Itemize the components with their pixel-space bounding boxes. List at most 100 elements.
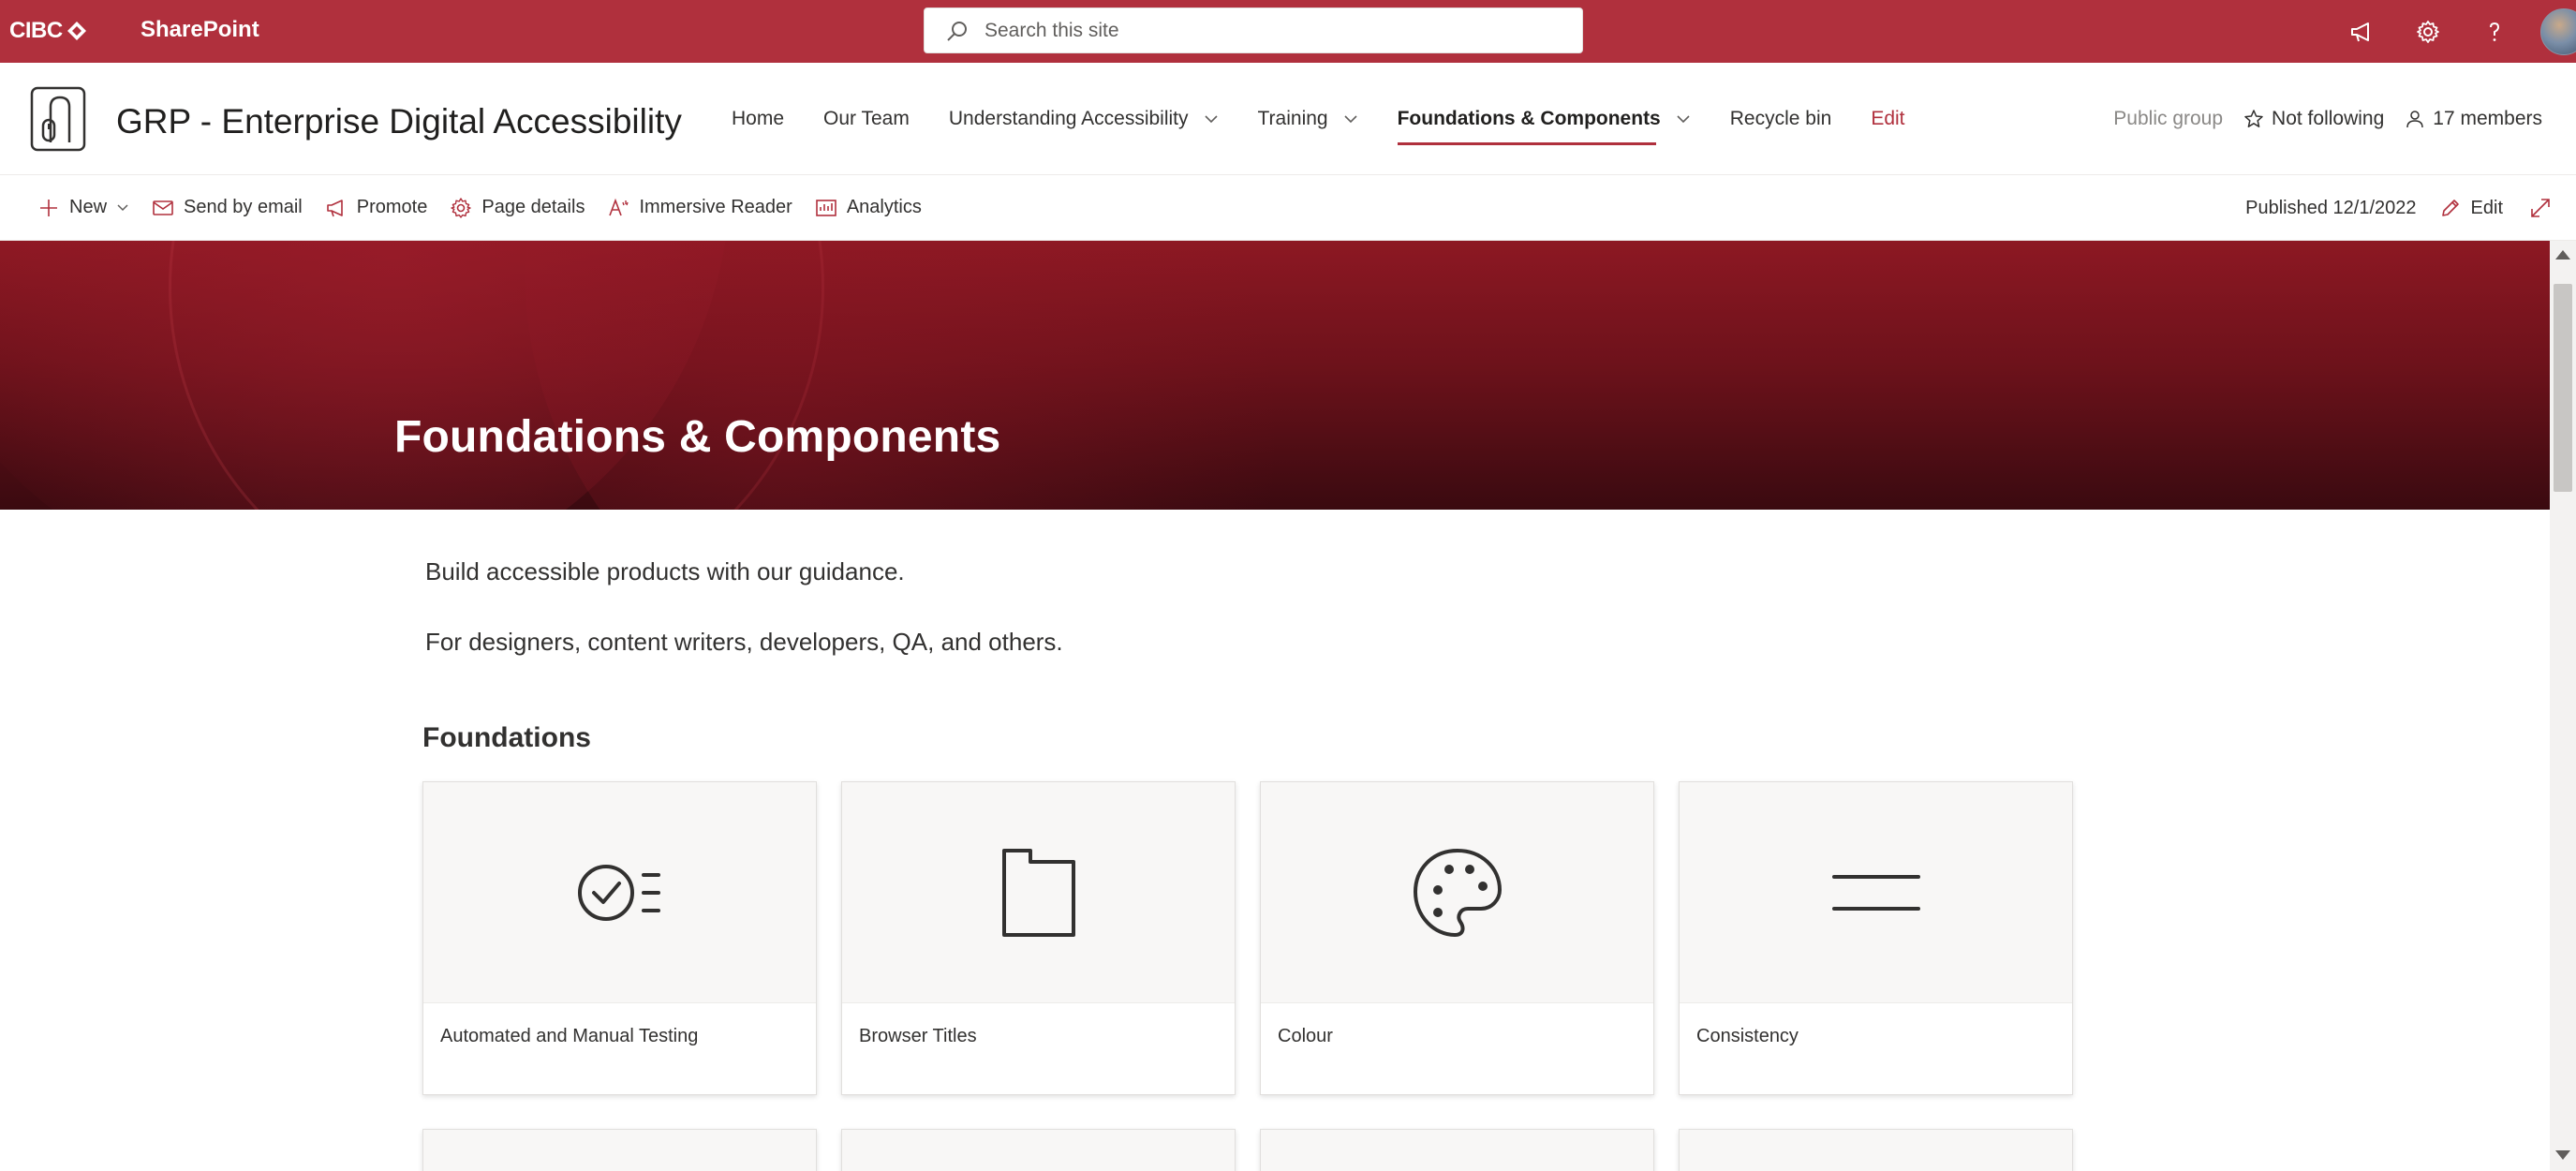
- group-type: Public group: [2113, 108, 2223, 130]
- checklist-icon: [577, 864, 660, 921]
- nav-item-recycle-bin[interactable]: Recycle bin: [1710, 63, 1852, 175]
- card-image: [1680, 1130, 2072, 1171]
- analytics-button[interactable]: Analytics: [804, 175, 933, 241]
- card-image: [842, 782, 1235, 1003]
- card-image: [1680, 782, 2072, 1003]
- brand-name: CIBC: [9, 18, 63, 43]
- new-label: New: [69, 197, 108, 217]
- suite-bar: CIBC SharePoint: [0, 0, 2576, 63]
- gear-icon: [2416, 20, 2439, 43]
- nav-item-foundations-components[interactable]: Foundations & Components: [1378, 63, 1710, 175]
- top-navigation: Home Our Team Understanding Accessibilit…: [712, 63, 1925, 175]
- quick-link-card[interactable]: [422, 1129, 817, 1171]
- immersive-reader-button[interactable]: Immersive Reader: [596, 175, 803, 241]
- nav-item-our-team[interactable]: Our Team: [804, 63, 929, 175]
- nav-item-label: Our Team: [823, 108, 910, 129]
- intro-text: Build accessible products with our guida…: [425, 557, 905, 586]
- plus-icon: [40, 199, 57, 216]
- edit-page-button[interactable]: Edit: [2432, 175, 2510, 241]
- group-type-label: Public group: [2113, 108, 2224, 129]
- page-details-label: Page details: [481, 197, 585, 217]
- send-by-email-button[interactable]: Send by email: [141, 175, 314, 241]
- expand-icon: [2531, 199, 2550, 217]
- quick-link-card[interactable]: [1679, 1129, 2073, 1171]
- help-button[interactable]: [2461, 0, 2527, 63]
- analytics-icon: [816, 199, 836, 216]
- megaphone-icon: [2350, 22, 2369, 41]
- announcement-button[interactable]: [2328, 0, 2394, 63]
- follow-button[interactable]: Not following: [2243, 108, 2384, 130]
- published-status: Published 12/1/2022: [2245, 197, 2417, 218]
- site-title[interactable]: GRP - Enterprise Digital Accessibility: [116, 102, 682, 141]
- document-icon: [1001, 848, 1075, 937]
- card-label: Colour: [1278, 1026, 1333, 1046]
- card-image: [1261, 782, 1653, 1003]
- nav-item-label: Understanding Accessibility: [948, 108, 1189, 129]
- search-box[interactable]: [924, 7, 1583, 53]
- hero-banner: Foundations & Components: [0, 241, 2550, 510]
- nav-item-label: Edit: [1871, 108, 1905, 129]
- star-icon: [2244, 110, 2263, 127]
- nav-item-label: Home: [732, 108, 785, 129]
- card-image: [423, 782, 816, 1003]
- chevron-down-icon[interactable]: [1676, 111, 1691, 126]
- command-bar-right: Published 12/1/2022 Edit: [2245, 175, 2555, 241]
- avatar[interactable]: [2540, 7, 2576, 55]
- page-title: Foundations & Components: [394, 412, 1001, 462]
- nav-edit-link[interactable]: Edit: [1851, 63, 1924, 175]
- scroll-down-icon[interactable]: [2555, 1150, 2570, 1160]
- quick-link-card[interactable]: Browser Titles: [841, 781, 1236, 1095]
- quick-link-card[interactable]: Automated and Manual Testing: [422, 781, 817, 1095]
- edit-label: Edit: [2470, 197, 2503, 218]
- lines-icon: [1831, 874, 1920, 911]
- mail-icon: [153, 200, 173, 215]
- members-label: 17 members: [2433, 108, 2542, 129]
- site-meta: Public group Not following 17 members: [2113, 63, 2542, 175]
- gear-icon: [451, 197, 472, 218]
- diamond-logo-icon: [67, 22, 86, 40]
- quick-link-card[interactable]: Colour: [1260, 781, 1654, 1095]
- card-label: Automated and Manual Testing: [440, 1026, 699, 1046]
- brand-logo[interactable]: CIBC: [9, 17, 87, 45]
- chevron-down-icon[interactable]: [1343, 111, 1358, 126]
- command-bar: New Send by email Promote Page details I…: [0, 175, 2576, 241]
- site-logo-icon[interactable]: [30, 86, 86, 152]
- page-details-button[interactable]: Page details: [438, 175, 596, 241]
- person-icon: [2406, 111, 2424, 128]
- promote-label: Promote: [356, 197, 428, 217]
- quick-link-card[interactable]: [841, 1129, 1236, 1171]
- question-icon: [2489, 22, 2499, 41]
- megaphone-icon: [326, 199, 343, 216]
- follow-label: Not following: [2272, 108, 2385, 129]
- scrollbar-thumb[interactable]: [2554, 284, 2572, 492]
- members-button[interactable]: 17 members: [2405, 108, 2542, 130]
- section-heading: Foundations: [422, 722, 591, 753]
- card-image: [1261, 1130, 1653, 1171]
- vertical-scrollbar[interactable]: [2550, 241, 2576, 1171]
- nav-item-home[interactable]: Home: [712, 63, 804, 175]
- search-input[interactable]: [985, 19, 1547, 42]
- scroll-up-icon[interactable]: [2555, 250, 2570, 259]
- nav-item-label: Foundations & Components: [1397, 108, 1661, 129]
- nav-item-training[interactable]: Training: [1238, 63, 1378, 175]
- chevron-down-icon: [117, 203, 128, 211]
- app-name[interactable]: SharePoint: [141, 17, 259, 43]
- promote-button[interactable]: Promote: [314, 175, 439, 241]
- quick-link-card[interactable]: [1260, 1129, 1654, 1171]
- quick-links-grid: Automated and Manual Testing Browser Tit…: [422, 781, 2073, 1171]
- card-label: Consistency: [1696, 1026, 1799, 1046]
- intro-text: For designers, content writers, develope…: [425, 628, 1063, 656]
- new-button[interactable]: New: [26, 175, 141, 241]
- site-header: GRP - Enterprise Digital Accessibility H…: [0, 63, 2576, 175]
- nav-item-understanding-accessibility[interactable]: Understanding Accessibility: [929, 63, 1238, 175]
- chevron-down-icon[interactable]: [1204, 111, 1219, 126]
- expand-button[interactable]: [2525, 175, 2555, 241]
- palette-icon: [1413, 848, 1502, 937]
- search-icon: [947, 21, 967, 41]
- nav-item-label: Recycle bin: [1729, 108, 1832, 129]
- quick-link-card[interactable]: Consistency: [1679, 781, 2073, 1095]
- nav-item-label: Training: [1257, 108, 1328, 129]
- immersive-reader-label: Immersive Reader: [639, 197, 792, 217]
- suite-icons: [2328, 0, 2576, 63]
- settings-button[interactable]: [2394, 0, 2461, 63]
